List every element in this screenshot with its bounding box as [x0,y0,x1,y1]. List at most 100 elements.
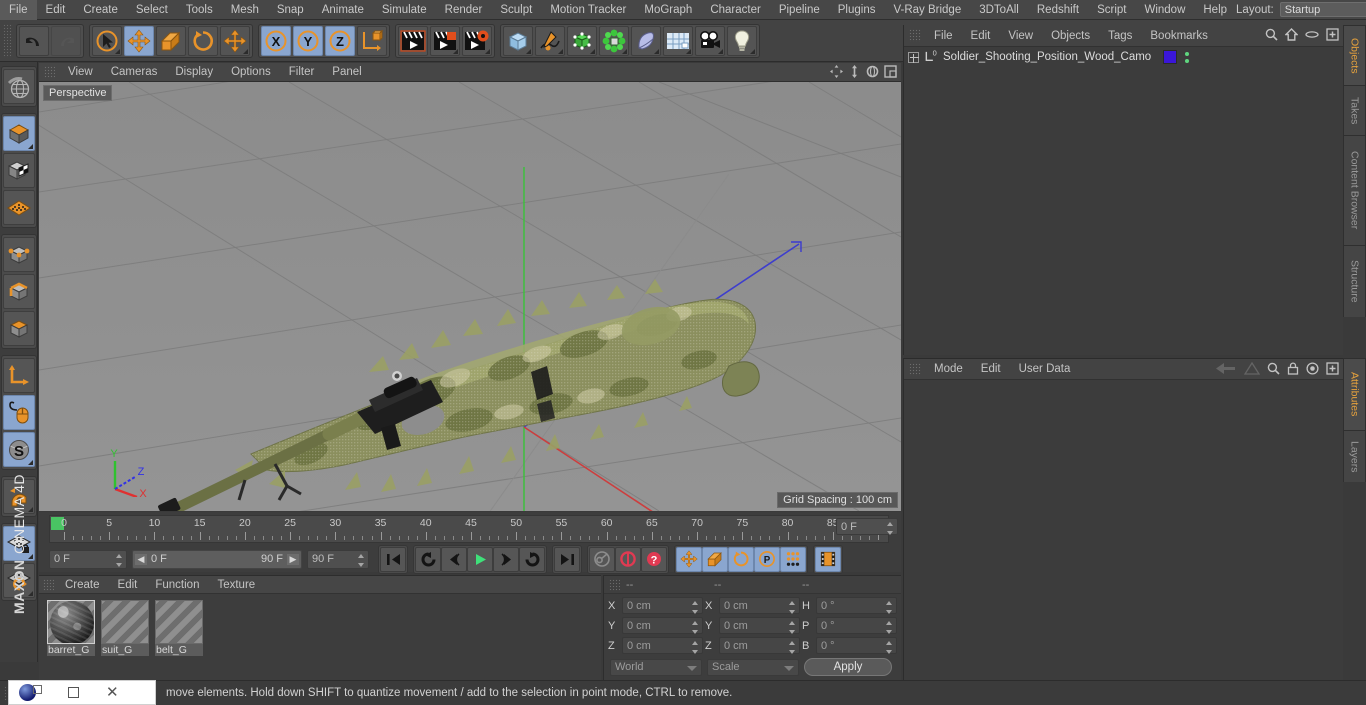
add-light-button[interactable] [727,25,757,56]
menu-item-redshift[interactable]: Redshift [1028,0,1088,20]
material-tag-icon[interactable] [1163,50,1178,64]
range-left-arrow-icon[interactable]: ◀ [135,553,147,565]
size-x-field[interactable]: 0 cm [719,597,800,614]
rot-h-field[interactable]: 0 ° [816,597,897,614]
menu-item-help[interactable]: Help [1194,0,1236,20]
stepper-icon[interactable] [789,621,796,634]
target-icon[interactable] [1306,362,1319,375]
menu-item-character[interactable]: Character [701,0,770,20]
coordinate-system-dropdown[interactable]: World [610,658,702,676]
search-icon[interactable] [1267,362,1280,375]
play-button[interactable] [467,546,493,572]
tab-attributes[interactable]: Attributes [1343,358,1366,430]
menu-item-plugins[interactable]: Plugins [829,0,885,20]
texture-axis-mode-button[interactable] [2,153,35,188]
timeline-toggle-button[interactable] [815,546,841,572]
attribute-manager-grip[interactable] [909,362,921,376]
move-tool[interactable] [124,25,154,56]
world-move-tool[interactable] [220,25,250,56]
size-y-field[interactable]: 0 cm [719,617,800,634]
layout-dropdown[interactable]: Startup [1279,2,1366,17]
menu-item-sculpt[interactable]: Sculpt [491,0,541,20]
live-selection-tool[interactable] [92,25,122,56]
transform-mode-dropdown[interactable]: Scale [707,658,799,676]
pos-z-field[interactable]: 0 cm [622,637,703,654]
minimize-window-button[interactable] [68,687,79,698]
current-frame-field[interactable]: 0 F [49,549,127,569]
render-settings-button[interactable] [462,25,492,56]
tab-objects[interactable]: Objects [1343,25,1366,85]
undo-view-button[interactable] [2,69,35,104]
keyframe-selection-button[interactable]: ? [641,546,667,572]
home-icon[interactable] [1285,28,1298,41]
material-menu-create[interactable]: Create [56,576,109,594]
tab-takes[interactable]: Takes [1343,85,1366,135]
object-manager-grip[interactable] [909,29,921,42]
toolbar-grip[interactable] [3,23,13,58]
menu-item-render[interactable]: Render [436,0,492,20]
viewport-solo-button[interactable] [2,190,35,225]
viewport-menu-options[interactable]: Options [222,63,280,82]
material-item-belt[interactable]: belt_G [155,600,203,656]
restore-window-icon[interactable] [33,685,42,694]
material-menu-edit[interactable]: Edit [109,576,147,594]
material-menu-texture[interactable]: Texture [208,576,264,594]
end-frame-right-field[interactable]: 0 F [836,518,898,535]
coordinates-grip[interactable] [609,578,620,591]
points-mode-button[interactable] [2,237,35,272]
object-manager-tree[interactable]: 0 Soldier_Shooting_Position_Wood_Camo [904,47,1343,355]
lock-x-axis[interactable]: X [261,25,291,56]
object-menu-objects[interactable]: Objects [1042,25,1099,47]
viewport-menu-filter[interactable]: Filter [280,63,324,82]
go-to-end-button[interactable] [554,546,580,572]
ellipse-icon[interactable] [1305,28,1319,41]
menu-item-script[interactable]: Script [1088,0,1135,20]
object-axis-mode-button[interactable] [2,358,35,393]
viewport-menu-display[interactable]: Display [166,63,222,82]
soft-selection-button[interactable]: S [2,432,35,467]
object-menu-view[interactable]: View [999,25,1042,47]
record-rotation-button[interactable] [728,546,754,572]
scale-tool[interactable] [156,25,186,56]
stepper-icon[interactable] [692,601,699,614]
add-generator-button[interactable] [567,25,597,56]
menu-item-create[interactable]: Create [74,0,127,20]
lock-y-axis[interactable]: Y [293,25,323,56]
rot-p-field[interactable]: 0 ° [816,617,897,634]
add-array-button[interactable] [599,25,629,56]
material-manager-grip[interactable] [43,578,54,591]
menu-item-pipeline[interactable]: Pipeline [770,0,829,20]
lock-z-axis[interactable]: Z [325,25,355,56]
viewport-menu-panel[interactable]: Panel [323,63,370,82]
perspective-viewport[interactable]: Perspective Grid Spacing : 100 cm Y X Z [39,82,901,511]
lock-icon[interactable] [1287,362,1299,375]
stepper-icon[interactable] [358,553,365,567]
undo-button[interactable] [19,25,49,56]
menu-item-motion-tracker[interactable]: Motion Tracker [541,0,635,20]
next-frame-button[interactable] [493,546,519,572]
material-item-barret[interactable]: barret_G [47,600,95,656]
add-cube-button[interactable] [503,25,533,56]
menu-item-vray-bridge[interactable]: V-Ray Bridge [884,0,970,20]
stepper-icon[interactable] [692,641,699,654]
render-region-button[interactable] [430,25,460,56]
timeline-ruler[interactable]: 051015202530354045505560657075808590 [49,515,889,543]
stepper-icon[interactable] [886,621,893,634]
rotate-tool[interactable] [188,25,218,56]
project-end-field[interactable]: 90 F [307,549,369,569]
record-position-button[interactable] [676,546,702,572]
pos-y-field[interactable]: 0 cm [622,617,703,634]
attribute-menu-mode[interactable]: Mode [925,359,972,380]
object-menu-file[interactable]: File [925,25,962,47]
menu-item-3dtoall[interactable]: 3DToAll [970,0,1028,20]
stepper-icon[interactable] [789,601,796,614]
pos-x-field[interactable]: 0 cm [622,597,703,614]
record-parameter-button[interactable] [780,546,806,572]
make-editable-button[interactable] [2,116,35,151]
record-active-objects-button[interactable] [589,546,615,572]
range-right-arrow-icon[interactable]: ▶ [287,553,299,565]
edges-mode-button[interactable] [2,274,35,309]
menu-item-mograph[interactable]: MoGraph [635,0,701,20]
maximize-view-icon[interactable] [884,65,897,78]
stepper-icon[interactable] [887,522,894,535]
